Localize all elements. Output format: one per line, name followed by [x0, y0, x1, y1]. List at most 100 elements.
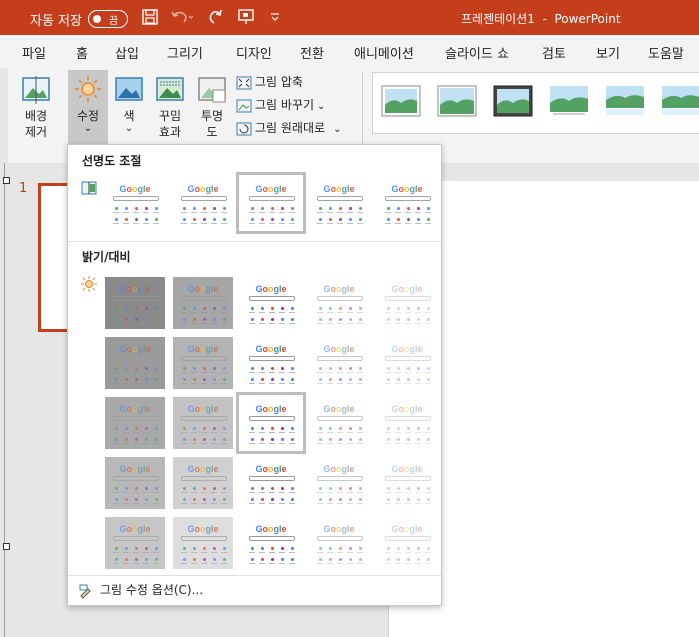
brightness-preset-r5c5[interactable]: Google [377, 517, 437, 569]
preview-shortcut-label [327, 212, 333, 213]
preview-shortcut-dot [193, 318, 196, 321]
tab-help[interactable]: 도움말 [648, 43, 684, 62]
reset-picture-button[interactable]: 그림 원래대로 ⌄ [236, 118, 341, 138]
color-dropdown-arrow: ⌄ [124, 123, 134, 134]
preview-shortcut-dot [135, 558, 138, 561]
brightness-preset-r4c5[interactable]: Google [377, 457, 437, 509]
sharpness-preset-1[interactable]: Google [105, 177, 165, 229]
brightness-preset-r4c1[interactable]: Google [105, 457, 165, 509]
tab-home[interactable]: 홈 [76, 43, 88, 62]
picture-style-2[interactable] [437, 85, 477, 117]
preview-shortcut-label [327, 503, 333, 504]
preview-shortcut-label [211, 563, 217, 564]
brightness-preset-r2c5[interactable]: Google [377, 337, 437, 389]
preview-shortcut-dot [251, 207, 254, 210]
preview-shortcut-dot [387, 547, 390, 550]
picture-style-1[interactable] [381, 85, 421, 117]
present-icon[interactable] [238, 9, 254, 25]
preview-shortcut-label [385, 212, 391, 213]
picture-styles-gallery[interactable] [372, 72, 699, 134]
brightness-preset-r3c3[interactable]: Google [236, 392, 306, 454]
resize-handle-bottom[interactable] [3, 543, 10, 550]
tab-slideshow[interactable]: 슬라이드 쇼 [445, 43, 509, 62]
sharpness-preset-5[interactable]: Google [377, 177, 437, 229]
preview-shortcut-label [289, 492, 295, 493]
preview-shortcut-label [395, 503, 401, 504]
tab-transitions[interactable]: 전환 [300, 43, 324, 62]
autosave-toggle[interactable]: 끔 [88, 10, 128, 28]
compress-pictures-button[interactable]: 그림 압축 [236, 72, 303, 92]
brightness-preset-r3c5[interactable]: Google [377, 397, 437, 449]
tab-file[interactable]: 파일 [22, 43, 46, 62]
brightness-preset-r2c2[interactable]: Google [173, 337, 233, 389]
brightness-preset-r4c2[interactable]: Google [173, 457, 233, 509]
brightness-preset-r3c2[interactable]: Google [173, 397, 233, 449]
brightness-preset-r2c4[interactable]: Google [309, 337, 369, 389]
brightness-preset-r1c1[interactable]: Google [105, 277, 165, 329]
artistic-effects-icon [156, 77, 184, 101]
tab-review[interactable]: 검토 [542, 43, 566, 62]
preview-shortcut-dot [261, 487, 264, 490]
brightness-preset-r5c1[interactable]: Google [105, 517, 165, 569]
sharpness-preset-3[interactable]: Google [236, 172, 306, 234]
undo-icon[interactable] [170, 9, 194, 25]
preview-shortcut-dot [427, 427, 430, 430]
brightness-preset-r1c5[interactable]: Google [377, 277, 437, 329]
tab-design[interactable]: 디자인 [236, 43, 272, 62]
preview-shortcut-label [385, 563, 391, 564]
redo-icon[interactable] [208, 9, 224, 25]
brightness-preset-r5c4[interactable]: Google [309, 517, 369, 569]
sharpness-preset-2[interactable]: Google [173, 177, 233, 229]
picture-corrections-options-item[interactable]: 그림 수정 옵션(C)... [78, 581, 203, 599]
corrections-button[interactable]: 수정 ⌄ [68, 70, 108, 144]
preview-shortcut-label [347, 383, 353, 384]
tab-view[interactable]: 보기 [596, 43, 620, 62]
brightness-preset-r1c4[interactable]: Google [309, 277, 369, 329]
preview-shortcut-dot [349, 367, 352, 370]
preview-shortcut-label [385, 323, 391, 324]
pane-splitter[interactable] [4, 163, 5, 637]
preview-search-box [249, 356, 295, 361]
tab-insert[interactable]: 삽입 [115, 43, 139, 62]
brightness-preset-r5c2[interactable]: Google [173, 517, 233, 569]
brightness-preset-r4c3[interactable]: Google [241, 457, 301, 509]
brightness-preset-r2c3[interactable]: Google [241, 337, 301, 389]
brightness-preset-r3c1[interactable]: Google [105, 397, 165, 449]
brightness-preset-r4c4[interactable]: Google [309, 457, 369, 509]
brightness-preset-r3c4[interactable]: Google [309, 397, 369, 449]
picture-style-6[interactable] [661, 85, 699, 117]
resize-handle-top[interactable] [3, 177, 10, 184]
preview-shortcut-label [249, 372, 255, 373]
preview-shortcut-dot [291, 207, 294, 210]
preview-shortcut-label [337, 372, 343, 373]
preview-shortcut-label [201, 223, 207, 224]
preview-shortcut-label [337, 312, 343, 313]
preview-shortcut-label [347, 323, 353, 324]
brightness-preset-r1c2[interactable]: Google [173, 277, 233, 329]
brightness-preset-r1c3[interactable]: Google [241, 277, 301, 329]
transparency-button[interactable]: 투명 도 [194, 76, 230, 140]
preview-shortcut-dot [271, 307, 274, 310]
preview-shortcut-dot [417, 427, 420, 430]
preview-search-box [317, 416, 363, 421]
picture-style-4[interactable] [549, 85, 589, 117]
preview-shortcut-label [201, 503, 207, 504]
remove-background-button[interactable]: 배경 제거 [14, 76, 58, 140]
change-picture-button[interactable]: 그림 바꾸기 ⌄ [236, 95, 325, 115]
brightness-preset-r2c1[interactable]: Google [105, 337, 165, 389]
color-button[interactable]: 색 ⌄ [112, 76, 146, 134]
preview-shortcut-label [415, 372, 421, 373]
preview-shortcut-label [385, 432, 391, 433]
picture-style-3[interactable] [493, 85, 533, 117]
customize-qat-icon[interactable] [270, 9, 280, 25]
artistic-effects-button[interactable]: 꾸밈 효과 [150, 76, 190, 140]
picture-style-5[interactable] [605, 85, 645, 117]
brightness-preset-r5c3[interactable]: Google [241, 517, 301, 569]
tab-draw[interactable]: 그리기 [167, 43, 203, 62]
preview-shortcut-dot [407, 318, 410, 321]
sharpness-preset-4[interactable]: Google [309, 177, 369, 229]
tab-animations[interactable]: 애니메이션 [354, 43, 414, 62]
preview-shortcut-dot [155, 487, 158, 490]
preview-shortcut-dot [125, 498, 128, 501]
save-icon[interactable] [142, 9, 158, 25]
